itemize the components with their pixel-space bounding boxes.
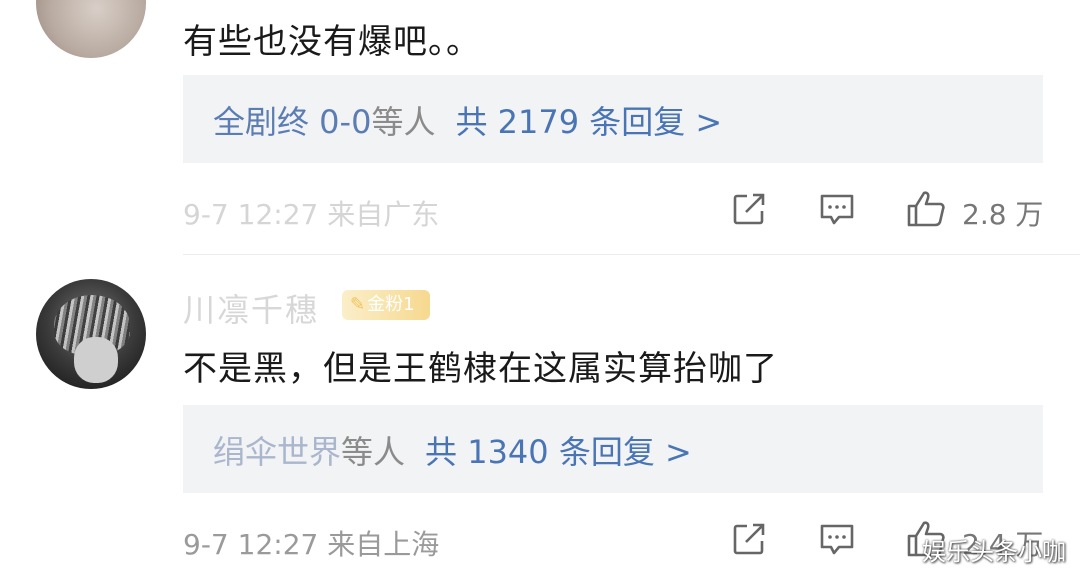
- reply-preview-box[interactable]: 全剧终 0-0等人共 2179 条回复 >: [183, 75, 1043, 163]
- tag-icon: ✎: [350, 294, 366, 315]
- avatar[interactable]: [36, 0, 146, 58]
- watermark: 娱乐头条小咖: [922, 538, 1066, 566]
- comment-meta: 9-7 12:27 来自广东: [183, 198, 440, 231]
- username[interactable]: 川凛千穗: [183, 285, 319, 331]
- reply-users[interactable]: 绢伞世界: [213, 433, 341, 471]
- comment-meta: 9-7 12:27 来自上海: [183, 528, 440, 561]
- comment-icon[interactable]: [819, 521, 855, 557]
- reply-summary: 全剧终 0-0等人共 2179 条回复 >: [213, 97, 722, 143]
- comment-text: 不是黑，但是王鹤棣在这属实算抬咖了: [183, 349, 778, 389]
- share-icon[interactable]: [731, 521, 767, 557]
- reply-count-link[interactable]: 共 2179 条回复 >: [455, 103, 722, 141]
- comment-icon[interactable]: [819, 191, 855, 227]
- avatar[interactable]: [36, 279, 146, 389]
- reply-suffix: 等人: [341, 433, 406, 471]
- reply-count-link[interactable]: 共 1340 条回复 >: [425, 433, 692, 471]
- fan-badge-label: 金粉1: [367, 294, 415, 315]
- fan-badge: ✎ 金粉1: [342, 290, 430, 320]
- reply-preview-box[interactable]: 绢伞世界等人共 1340 条回复 >: [183, 405, 1043, 493]
- like-icon[interactable]: [906, 189, 946, 229]
- reply-users[interactable]: 全剧终 0-0: [213, 103, 371, 141]
- divider: [183, 254, 1080, 255]
- share-icon[interactable]: [731, 191, 767, 227]
- reply-summary: 绢伞世界等人共 1340 条回复 >: [213, 427, 692, 473]
- like-count: 2.8 万: [962, 198, 1044, 231]
- reply-suffix: 等人: [371, 103, 436, 141]
- comment-text: 有些也没有爆吧。。: [183, 22, 481, 62]
